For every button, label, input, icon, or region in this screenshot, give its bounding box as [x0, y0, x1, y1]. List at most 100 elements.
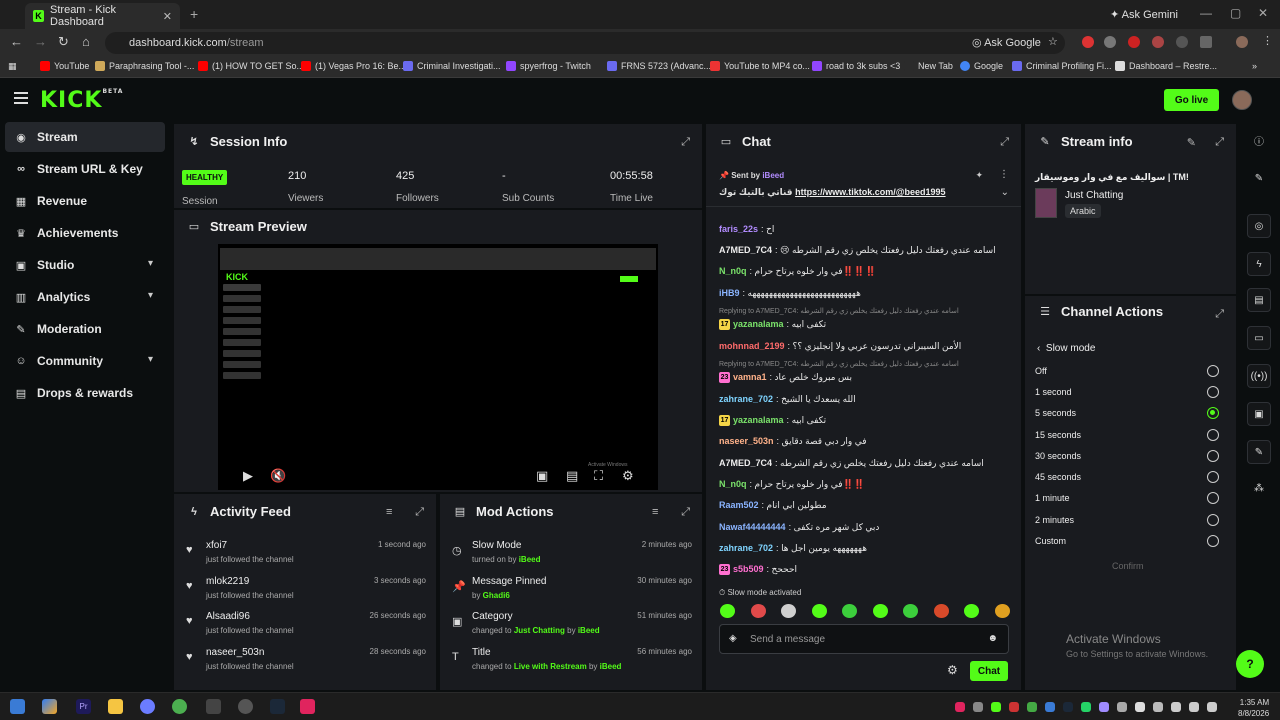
chat-message[interactable]: Nawaf44444444: دبي كل شهر مره تكفى	[719, 522, 879, 533]
help-support-icon[interactable]: ?	[1236, 650, 1264, 678]
extension-icon[interactable]	[1176, 36, 1188, 48]
close-tab-icon[interactable]: ✕	[163, 10, 172, 23]
slow-mode-option-5s[interactable]: 5 seconds	[1035, 407, 1219, 419]
sidebar-item-achievements[interactable]: ♛ Achievements	[5, 218, 165, 248]
sidebar-item-community[interactable]: ☺ Community ▾	[5, 346, 165, 376]
wrench-icon[interactable]: ✎	[1247, 440, 1271, 464]
wifi-icon[interactable]	[1171, 702, 1181, 712]
confirm-button[interactable]: Confirm	[1112, 561, 1144, 571]
tray-icon[interactable]	[1027, 702, 1037, 712]
bookmark-item[interactable]: Google	[960, 61, 1003, 71]
radio-button[interactable]	[1207, 535, 1219, 547]
emote-icon[interactable]	[720, 604, 735, 618]
send-chat-button[interactable]: Chat	[970, 661, 1008, 681]
radio-button[interactable]	[1207, 492, 1219, 504]
address-bar[interactable]: dashboard.kick.com/stream	[105, 32, 1065, 54]
sidebar-item-stream[interactable]: ◉ Stream	[5, 122, 165, 152]
tiktok-icon[interactable]	[300, 699, 315, 714]
filter-icon[interactable]: ≡	[652, 506, 658, 518]
volume-icon[interactable]	[1189, 702, 1199, 712]
ask-gemini-button[interactable]: ✦ Ask Gemini	[1110, 8, 1178, 21]
steam-icon[interactable]	[270, 699, 285, 714]
tray-icon[interactable]	[1063, 702, 1073, 712]
document-icon[interactable]: ▤	[1247, 288, 1271, 312]
browser-menu-icon[interactable]: ⋮	[1262, 34, 1274, 47]
copilot-icon[interactable]	[42, 699, 57, 714]
radio-button[interactable]	[1207, 514, 1219, 526]
chat-message[interactable]: zahrane_702: الله يسعدك يا الشيخ	[719, 394, 856, 405]
chat-message[interactable]: iHB9: ههههههههههههههههههههههههههه	[719, 288, 861, 299]
bookmark-star-icon[interactable]: ☆	[1048, 35, 1060, 48]
bookmark-item[interactable]: FRNS 5723 (Advanc...	[607, 61, 711, 71]
emote-icon[interactable]	[842, 604, 858, 618]
minimize-icon[interactable]: —	[1200, 6, 1212, 20]
expand-icon[interactable]: ⤢	[415, 506, 424, 519]
chat-message-input[interactable]: ◈ Send a message ☻	[719, 624, 1009, 654]
premiere-icon[interactable]: Pr	[76, 699, 91, 714]
pin-icon[interactable]: ✦	[975, 170, 983, 181]
reload-icon[interactable]: ↻	[58, 34, 69, 50]
chat-settings-gear-icon[interactable]: ⚙	[947, 663, 958, 677]
extension-icon[interactable]	[1152, 36, 1164, 48]
bookmark-item[interactable]: (1) HOW TO GET So...	[198, 61, 304, 71]
slow-mode-option-1s[interactable]: 1 second	[1035, 386, 1219, 398]
emote-icon[interactable]	[933, 604, 949, 618]
expand-icon[interactable]: ⤢	[1215, 136, 1224, 149]
bookmark-item[interactable]: YouTube	[40, 61, 89, 71]
lightning-icon[interactable]: ϟ	[1247, 252, 1271, 276]
tray-icon[interactable]	[1153, 702, 1163, 712]
expand-icon[interactable]: ⤢	[1215, 308, 1224, 321]
slow-mode-option-custom[interactable]: Custom	[1035, 535, 1219, 547]
browser-tab[interactable]: K Stream - Kick Dashboard ✕	[25, 3, 180, 29]
apps-grid-icon[interactable]: ▦	[8, 61, 17, 72]
home-icon[interactable]: ⌂	[82, 34, 90, 49]
bookmark-item[interactable]: YouTube to MP4 co...	[710, 61, 810, 71]
tray-icon[interactable]	[955, 702, 965, 712]
tray-icon[interactable]	[973, 702, 983, 712]
extension-icon[interactable]	[1128, 36, 1140, 48]
user-avatar[interactable]	[1232, 90, 1252, 110]
sidebar-item-stream-url-key[interactable]: ∞ Stream URL & Key	[5, 154, 165, 184]
expand-icon[interactable]: ⤢	[681, 136, 690, 149]
close-window-icon[interactable]: ✕	[1258, 6, 1268, 20]
slow-mode-option-45s[interactable]: 45 seconds	[1035, 471, 1219, 483]
play-icon[interactable]: ▶	[243, 468, 253, 484]
bookmark-item[interactable]: road to 3k subs <3	[812, 61, 900, 71]
extensions-puzzle-icon[interactable]	[1200, 36, 1212, 48]
expand-icon[interactable]: ⤢	[1000, 136, 1009, 149]
apps-icon[interactable]: ⁂	[1247, 476, 1271, 500]
bookmark-item[interactable]: Criminal Investigati...	[403, 61, 501, 71]
chat-message[interactable]: Raam502: مطولين ابي انام	[719, 500, 827, 511]
back-icon[interactable]: ←	[10, 34, 23, 49]
emote-icon[interactable]	[750, 604, 766, 618]
emoji-icon[interactable]: ☻	[987, 633, 998, 644]
chat-message[interactable]: 17 yazanalama: تكفى ابيه	[719, 415, 826, 427]
chat-message[interactable]: N_n0q: في وار خلوه يرتاح حرام‼️‼️	[719, 479, 865, 490]
chat-message[interactable]: A7MED_7C4: 😢 اسامه عندي رفعتك دليل رفعتك…	[719, 245, 996, 256]
terminal-icon[interactable]	[206, 699, 221, 714]
tray-icon[interactable]	[1009, 702, 1019, 712]
edit-pencil-icon[interactable]: ✎	[1187, 136, 1196, 149]
obs-icon[interactable]	[238, 699, 253, 714]
pinned-message[interactable]: 📌 Sent by iBeed قناتي بالتيك توك https:/…	[706, 159, 1021, 207]
discord-icon[interactable]	[140, 699, 155, 714]
radio-button-selected[interactable]	[1207, 407, 1219, 419]
sidebar-item-studio[interactable]: ▣ Studio ▾	[5, 250, 165, 280]
bookmark-item[interactable]: Paraphrasing Tool -...	[95, 61, 194, 71]
expand-icon[interactable]: ⤢	[681, 506, 690, 519]
back-slow-mode-button[interactable]: ‹ Slow mode	[1037, 343, 1095, 354]
slow-mode-option-1m[interactable]: 1 minute	[1035, 492, 1219, 504]
bookmark-item[interactable]: Criminal Profiling Fi...	[1012, 61, 1112, 71]
radio-button[interactable]	[1207, 386, 1219, 398]
new-tab-icon[interactable]: +	[190, 6, 198, 22]
edit-pencil-icon[interactable]: ✎	[1247, 166, 1271, 190]
ask-google-button[interactable]: ◎ Ask Google	[972, 36, 1041, 49]
chat-message[interactable]: 17 yazanalama: تكفى ابيه	[719, 319, 826, 331]
mute-icon[interactable]: 🔇	[270, 468, 286, 484]
menu-icon[interactable]	[14, 92, 28, 104]
bookmark-item[interactable]: New Tab	[904, 61, 953, 71]
forward-icon[interactable]: →	[34, 34, 47, 49]
theater-icon[interactable]: ▤	[566, 468, 578, 484]
target-icon[interactable]: ◎	[1247, 214, 1271, 238]
sidebar-item-moderation[interactable]: ✎ Moderation	[5, 314, 165, 344]
